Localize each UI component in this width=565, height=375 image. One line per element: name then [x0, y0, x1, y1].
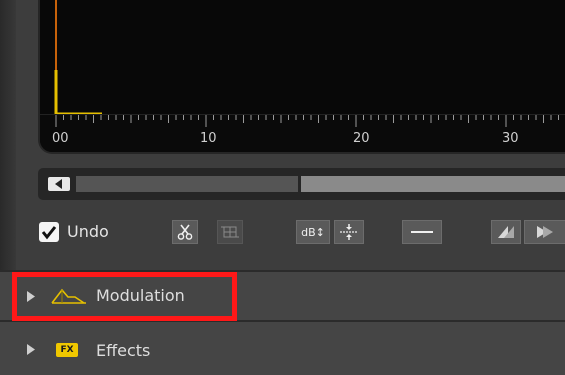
- fade-in-button[interactable]: [491, 220, 521, 244]
- horizontal-line-icon: [411, 231, 433, 233]
- scroll-track[interactable]: [76, 176, 298, 192]
- fade-in-icon: [498, 226, 514, 238]
- time-ruler[interactable]: 00 10 20 30: [40, 114, 565, 152]
- scroll-left-button[interactable]: [48, 177, 70, 191]
- ruler-label: 00: [52, 131, 69, 146]
- ruler-label: 20: [353, 131, 370, 146]
- horizontal-scrollbar[interactable]: [38, 168, 565, 200]
- crop-button[interactable]: [217, 220, 243, 244]
- db-scale-button[interactable]: dB↕: [296, 220, 330, 244]
- highlight-annotation: [12, 272, 237, 321]
- editor-toolbar: Undo dB↕: [0, 214, 565, 252]
- waveform-line: [54, 70, 102, 116]
- zoom-fit-button[interactable]: [334, 220, 364, 244]
- fade-out-icon: [537, 226, 553, 238]
- undo-label: Undo: [67, 222, 109, 241]
- scissors-icon: [177, 224, 193, 240]
- waveform-display[interactable]: 00 10 20 30: [38, 0, 565, 154]
- cut-button[interactable]: [172, 220, 198, 244]
- ruler-ticks: [55, 115, 559, 127]
- crop-grid-icon: [221, 226, 239, 238]
- flat-line-button[interactable]: [402, 220, 442, 244]
- fx-badge-text: FX: [60, 345, 74, 355]
- ruler-label: 30: [502, 131, 519, 146]
- fit-arrows-icon: [340, 224, 358, 240]
- scroll-thumb[interactable]: [301, 176, 565, 192]
- undo-checkbox[interactable]: [39, 222, 59, 242]
- ruler-label: 10: [200, 131, 217, 146]
- fade-out-button[interactable]: [524, 220, 565, 244]
- effects-section-header[interactable]: FX Effects: [0, 322, 565, 375]
- db-scale-label: dB↕: [301, 225, 325, 239]
- triangle-left-icon: [55, 179, 62, 189]
- fx-badge-icon: FX: [56, 343, 78, 357]
- effects-label: Effects: [96, 341, 151, 360]
- expand-arrow-icon: [27, 344, 35, 355]
- checkmark-icon: [41, 226, 57, 240]
